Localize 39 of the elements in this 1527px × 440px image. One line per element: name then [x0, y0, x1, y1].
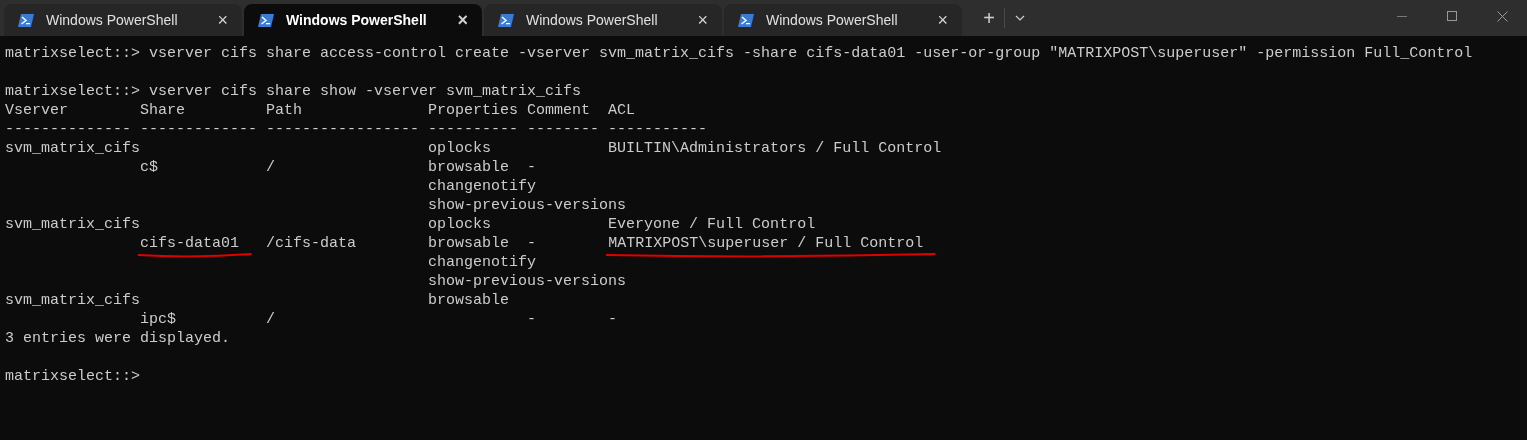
terminal-text: MATRIXPOST\superuser / Full Control [608, 235, 924, 252]
terminal-line: svm_matrix_cifs oplocks Everyone / Full Control [5, 216, 816, 233]
terminal-line: matrixselect::> [5, 368, 142, 385]
terminal-text: cifs-data01 [140, 235, 240, 252]
chevron-down-icon [1015, 15, 1025, 21]
terminal-line: svm_matrix_cifs oplocks BUILTIN\Administrators / Full Control [5, 140, 942, 157]
tab[interactable]: Windows PowerShell × [244, 4, 482, 36]
terminal-line: changenotify [427, 254, 537, 271]
terminal-line: svm_matrix_cifs browsable [5, 292, 510, 309]
tab-close-button[interactable]: × [933, 11, 952, 29]
powershell-icon [18, 13, 34, 27]
terminal-line: show-previous-versions [427, 273, 627, 290]
tab[interactable]: Windows PowerShell × [724, 4, 962, 36]
terminal-line: matrixselect::> vserver cifs share access-control create -vserver svm_matrix_cifs -share cifs-data01 -user-or-group "MATRIXPOST\superuser" -permission Full_Control [5, 45, 1473, 62]
maximize-icon [1447, 11, 1457, 21]
minimize-icon [1397, 15, 1407, 17]
tab-title: Windows PowerShell [286, 10, 428, 30]
terminal-line: -------------- ------------- ----------------- ---------- -------- ----------- [5, 121, 708, 138]
tab-close-button[interactable]: × [213, 11, 232, 29]
terminal-line: matrixselect::> vserver cifs share show -vserver svm_matrix_cifs [5, 83, 582, 100]
powershell-icon [258, 13, 274, 27]
terminal-text: /cifs-data browsable - [266, 235, 537, 252]
powershell-icon [498, 13, 514, 27]
tab-close-button[interactable]: × [453, 11, 472, 29]
tab-close-button[interactable]: × [693, 11, 712, 29]
terminal-line: changenotify [427, 178, 537, 195]
powershell-icon [738, 13, 754, 27]
terminal-line: ipc$ / - - [139, 311, 618, 328]
terminal-line: show-previous-versions [427, 197, 627, 214]
terminal-line: 3 entries were displayed. [5, 330, 231, 347]
tab[interactable]: Windows PowerShell × [484, 4, 722, 36]
close-icon [1496, 10, 1508, 22]
tab-title: Windows PowerShell [46, 10, 179, 30]
new-tab-button[interactable]: + [976, 4, 1002, 32]
tab-title: Windows PowerShell [526, 10, 659, 30]
tab[interactable]: Windows PowerShell × [4, 4, 242, 36]
terminal-line: Vserver Share Path Properties Comment ACL [5, 102, 636, 119]
terminal-line: c$ / browsable - [139, 159, 537, 176]
tab-title: Windows PowerShell [766, 10, 899, 30]
